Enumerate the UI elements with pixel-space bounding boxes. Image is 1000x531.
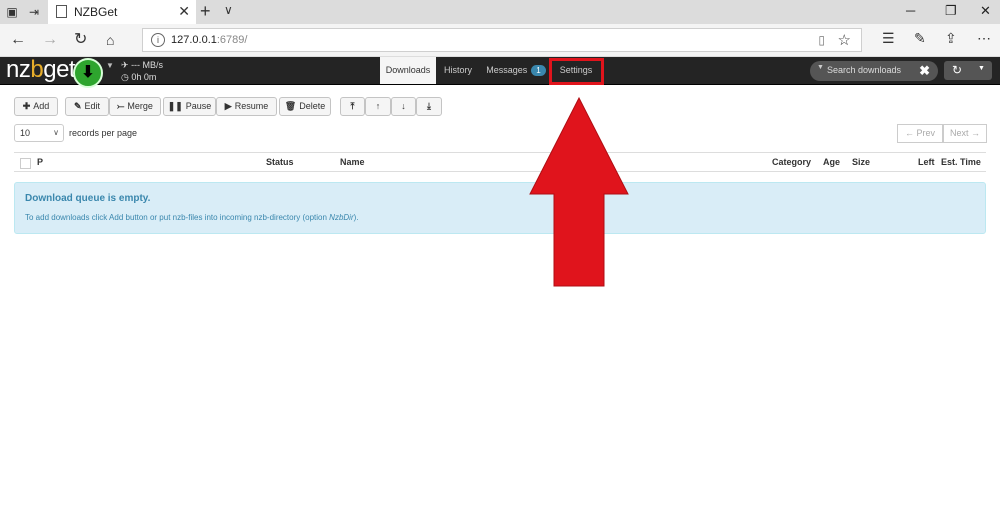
back-icon[interactable]: ← [10, 31, 26, 49]
play-icon: ▶ [224, 101, 232, 111]
col-age[interactable]: Age [823, 157, 840, 167]
add-button[interactable]: ✚ Add [14, 97, 58, 116]
address-bar[interactable]: i 127.0.0.1:6789/ ▯ ☆ [142, 28, 862, 52]
tab-actions-icon[interactable]: ▣ [4, 4, 20, 20]
tab-downloads[interactable]: Downloads [380, 57, 436, 84]
red-arrow-annotation [529, 96, 629, 287]
refresh-button[interactable]: ↻ ▼ [944, 61, 992, 80]
arrow-up-icon: ↑ [375, 101, 381, 111]
speed-text: --- MB/s [131, 60, 164, 70]
nzbget-logo: nzbget [6, 56, 76, 83]
status-info[interactable]: ✈ --- MB/s ◷ 0h 0m [121, 59, 163, 83]
clear-search-icon[interactable]: ✖ [919, 63, 930, 79]
col-size[interactable]: Size [852, 157, 870, 167]
search-input[interactable]: ▼ Search downloads ✖ [810, 61, 938, 81]
col-name[interactable]: Name [340, 157, 365, 167]
browser-tab[interactable]: NZBGet ✕ [48, 0, 196, 24]
new-tab-icon[interactable]: + [200, 1, 211, 22]
browser-tab-strip: ▣ ⇥ NZBGet ✕ + ∨ ─ ❐ ✕ [0, 0, 1000, 24]
move-bottom-button[interactable]: ⤓ [416, 97, 442, 116]
merge-icon: ⤚ [117, 101, 125, 111]
url-text[interactable]: 127.0.0.1:6789/ [171, 34, 247, 46]
share-icon[interactable]: ⇪ [945, 30, 957, 47]
empty-queue-alert: Download queue is empty. To add download… [14, 182, 986, 234]
refresh-menu-caret-icon[interactable]: ▼ [978, 65, 985, 72]
refresh-icon[interactable]: ↻ [74, 31, 87, 49]
move-bottom-icon: ⤓ [427, 101, 431, 111]
page-icon [56, 5, 67, 18]
move-up-button[interactable]: ↑ [365, 97, 391, 116]
set-aside-tabs-icon[interactable]: ⇥ [26, 4, 42, 20]
clock-icon: ◷ [121, 72, 129, 82]
records-per-page-label: records per page [69, 128, 138, 138]
favorite-star-icon[interactable]: ☆ [838, 31, 851, 49]
reading-view-icon[interactable]: ▯ [818, 33, 825, 47]
move-top-icon: ⤒ [350, 101, 355, 111]
refresh-icon: ↻ [952, 63, 963, 77]
edit-button[interactable]: ✎ Edit [65, 97, 109, 116]
pen-icon[interactable]: ✎ [914, 30, 926, 47]
arrow-down-icon: ↓ [401, 101, 406, 111]
settings-highlight-box [549, 58, 604, 85]
delete-button[interactable]: 🗑 Delete [279, 97, 331, 116]
download-toggle-icon[interactable]: ⬇ [73, 58, 103, 88]
minimize-icon[interactable]: ─ [906, 3, 915, 18]
browser-toolbar: ← → ↻ ⌂ i 127.0.0.1:6789/ ▯ ☆ ☰ ✎ ⇪ ⋯ [0, 24, 1000, 57]
col-est-time[interactable]: Est. Time [941, 157, 981, 167]
merge-button[interactable]: ⤚ Merge [109, 97, 161, 116]
table-header: P Status Name Category Age Size Left Est… [14, 152, 986, 172]
plus-icon: ✚ [22, 101, 31, 111]
next-page-button[interactable]: Next → [943, 124, 987, 143]
pause-icon: ❚❚ [167, 101, 183, 111]
col-status[interactable]: Status [266, 157, 294, 167]
records-per-page-select[interactable]: 10 ∨ [14, 124, 64, 142]
prev-page-button[interactable]: ← Prev [897, 124, 943, 143]
chevron-down-icon: ∨ [53, 128, 59, 137]
plane-icon: ✈ [121, 60, 129, 70]
close-tab-icon[interactable]: ✕ [178, 3, 190, 20]
home-icon[interactable]: ⌂ [106, 31, 114, 49]
col-category[interactable]: Category [772, 157, 811, 167]
tab-messages[interactable]: Messages 1 [482, 57, 550, 84]
edit-icon: ✎ [73, 101, 82, 111]
trash-icon: 🗑 [284, 101, 297, 111]
info-icon[interactable]: i [151, 33, 165, 47]
resume-button[interactable]: ▶ Resume [216, 97, 277, 116]
close-window-icon[interactable]: ✕ [980, 3, 991, 19]
favorites-hub-icon[interactable]: ☰ [882, 30, 895, 47]
tab-title: NZBGet [74, 5, 118, 19]
forward-icon[interactable]: → [42, 31, 58, 49]
search-placeholder: Search downloads [827, 65, 902, 75]
maximize-icon[interactable]: ❐ [945, 3, 957, 19]
pause-button[interactable]: ❚❚ Pause [163, 97, 216, 116]
download-menu-caret-icon[interactable]: ▼ [106, 61, 114, 70]
col-priority[interactable]: P [37, 157, 43, 167]
col-left[interactable]: Left [918, 157, 935, 167]
messages-count-badge: 1 [531, 65, 546, 76]
search-menu-caret-icon[interactable]: ▼ [817, 64, 824, 71]
app-header: nzbget ⬇ ▼ ✈ --- MB/s ◷ 0h 0m Downloads … [0, 56, 1000, 88]
select-all-checkbox[interactable] [20, 158, 31, 169]
move-down-button[interactable]: ↓ [391, 97, 416, 116]
chevron-down-icon[interactable]: ∨ [224, 3, 233, 17]
time-text: 0h 0m [131, 72, 157, 82]
move-top-button[interactable]: ⤒ [340, 97, 365, 116]
empty-queue-text: To add downloads click Add button or put… [25, 213, 359, 222]
empty-queue-heading: Download queue is empty. [25, 193, 151, 204]
tab-history[interactable]: History [438, 57, 478, 84]
more-icon[interactable]: ⋯ [977, 30, 991, 47]
